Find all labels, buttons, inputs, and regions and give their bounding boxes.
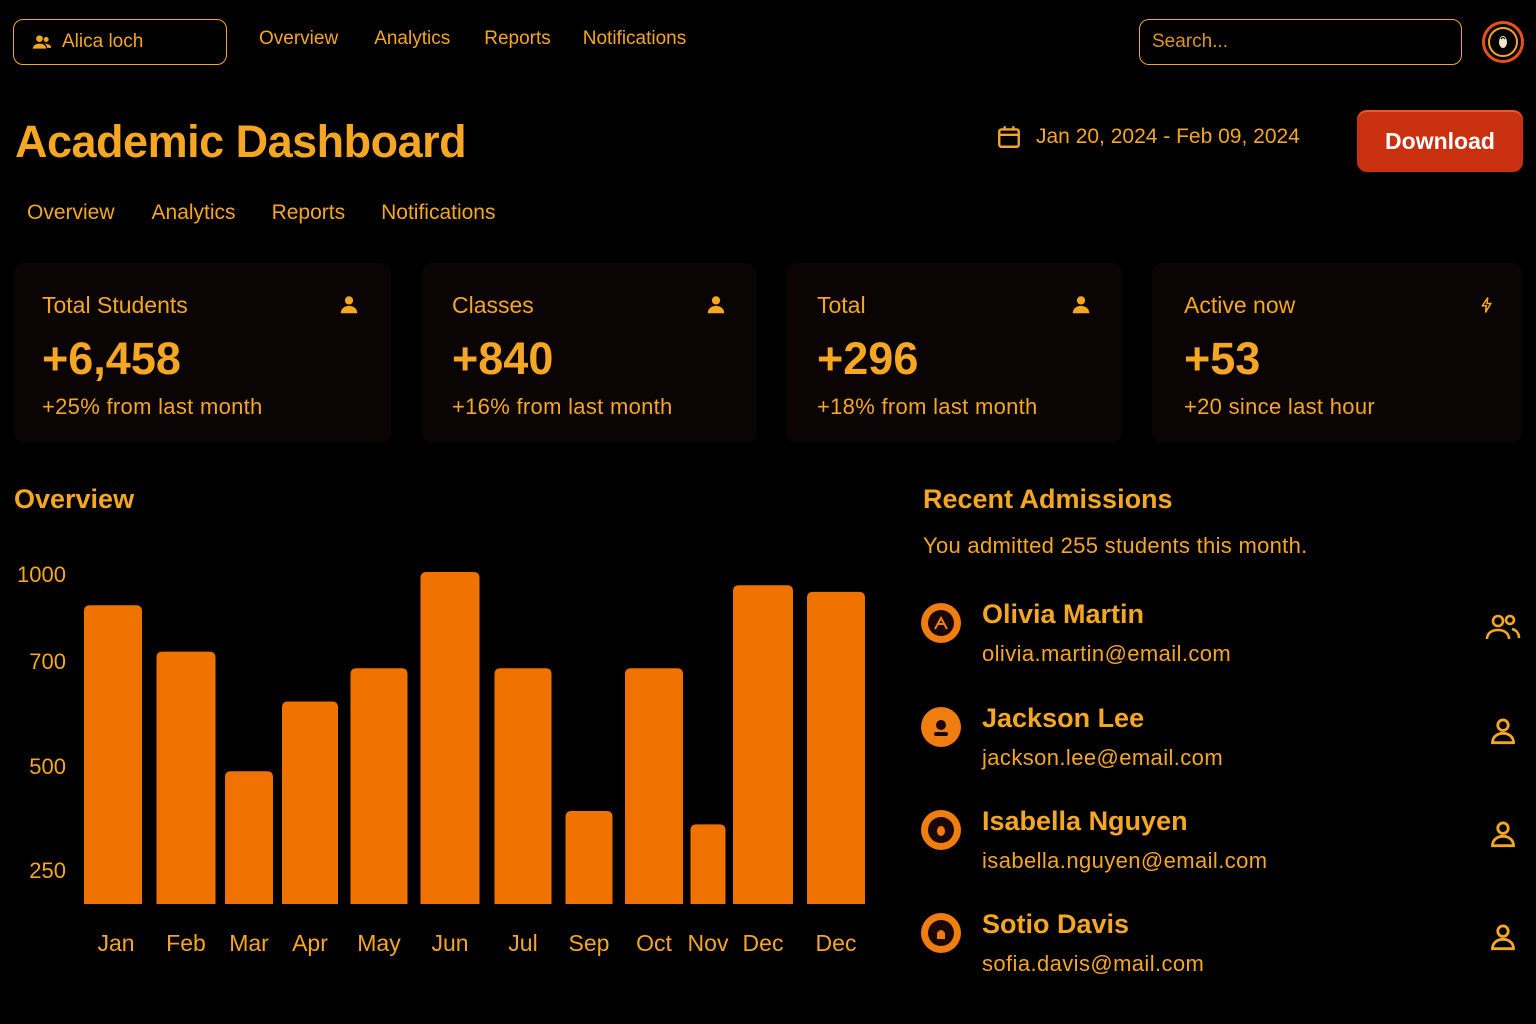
user-icon bbox=[340, 296, 358, 314]
tab-notifications[interactable]: Notifications bbox=[381, 201, 495, 225]
top-nav-analytics[interactable]: Analytics bbox=[374, 28, 450, 50]
recent-admissions-subtitle: You admitted 255 students this month. bbox=[923, 533, 1308, 558]
bolt-icon bbox=[1481, 297, 1493, 313]
bar-apr[interactable] bbox=[282, 701, 338, 904]
user-icon[interactable] bbox=[1485, 816, 1521, 852]
y-tick-label: 700 bbox=[29, 649, 66, 674]
top-nav-reports[interactable]: Reports bbox=[484, 28, 551, 50]
list-item[interactable]: Sotio Davis sofia.davis@mail.com bbox=[921, 909, 1521, 993]
y-tick-label: 500 bbox=[29, 754, 66, 779]
x-tick-label: Nov bbox=[688, 930, 729, 956]
avatar-icon bbox=[1499, 36, 1507, 48]
y-tick-label: 250 bbox=[29, 858, 66, 883]
bar-may[interactable] bbox=[350, 668, 408, 904]
avatar bbox=[921, 810, 961, 850]
stat-label: Active now bbox=[1184, 292, 1296, 318]
search-input[interactable] bbox=[1139, 19, 1462, 65]
x-tick-label: Feb bbox=[166, 930, 206, 956]
bar-oct[interactable] bbox=[625, 668, 683, 904]
stat-value: +840 bbox=[452, 333, 554, 384]
profile-avatar[interactable] bbox=[1482, 21, 1524, 63]
stat-card-classes: Classes +840 +16% from last month bbox=[422, 263, 757, 443]
tab-overview[interactable]: Overview bbox=[27, 201, 115, 225]
overview-bar-chart: 1000 700 500 250 Jan Feb Mar Apr May Jun Jul Sep Oct… bbox=[17, 562, 865, 956]
bar-mar[interactable] bbox=[225, 771, 273, 904]
user-name: Alica loch bbox=[62, 31, 144, 52]
bar-sep[interactable] bbox=[565, 811, 613, 904]
avatar bbox=[921, 707, 961, 747]
bar-jan[interactable] bbox=[84, 605, 142, 904]
x-tick-label: Mar bbox=[229, 930, 269, 956]
admission-email: olivia.martin@email.com bbox=[982, 641, 1232, 666]
admission-name: Olivia Martin bbox=[982, 599, 1145, 629]
list-item[interactable]: Olivia Martin olivia.martin@email.com bbox=[921, 599, 1521, 683]
users-icon bbox=[32, 35, 52, 49]
recent-admissions-title: Recent Admissions bbox=[923, 484, 1173, 514]
stat-card-total: Total +296 +18% from last month bbox=[786, 263, 1122, 443]
x-tick-label: Jan bbox=[97, 930, 134, 956]
list-item[interactable]: Isabella Nguyen isabella.nguyen@email.co… bbox=[921, 806, 1521, 890]
stat-label: Total bbox=[817, 292, 866, 318]
stat-value: +296 bbox=[817, 333, 919, 384]
bar-feb[interactable] bbox=[156, 651, 216, 904]
admission-name: Sotio Davis bbox=[982, 909, 1130, 939]
bar-nov[interactable] bbox=[690, 824, 726, 904]
top-nav: Overview Analytics Reports Notifications bbox=[259, 28, 686, 50]
calendar-icon bbox=[998, 126, 1020, 148]
overview-title: Overview bbox=[14, 484, 135, 514]
admission-email: jackson.lee@email.com bbox=[982, 745, 1224, 770]
avatar-icon bbox=[934, 720, 948, 736]
tab-reports[interactable]: Reports bbox=[272, 201, 346, 225]
user-icon bbox=[1072, 296, 1090, 314]
stat-delta: +16% from last month bbox=[452, 394, 673, 419]
admission-email: sofia.davis@mail.com bbox=[982, 951, 1205, 976]
page-title: Academic Dashboard bbox=[15, 116, 467, 167]
stat-delta: +18% from last month bbox=[817, 394, 1038, 419]
stat-value: +53 bbox=[1184, 333, 1261, 384]
user-icon bbox=[707, 296, 725, 314]
x-tick-label: Oct bbox=[636, 930, 672, 956]
stat-value: +6,458 bbox=[42, 333, 181, 384]
avatar-icon bbox=[937, 826, 945, 836]
download-button[interactable]: Download bbox=[1357, 110, 1523, 172]
admission-name: Isabella Nguyen bbox=[982, 806, 1188, 836]
stat-label: Total Students bbox=[42, 292, 188, 318]
date-range-text: Jan 20, 2024 - Feb 09, 2024 bbox=[1036, 125, 1300, 148]
user-icon[interactable] bbox=[1485, 713, 1521, 749]
bar-jul[interactable] bbox=[494, 668, 552, 904]
top-nav-notifications[interactable]: Notifications bbox=[583, 28, 687, 50]
date-range-picker[interactable]: Jan 20, 2024 - Feb 09, 2024 bbox=[996, 124, 1300, 150]
x-tick-label: May bbox=[357, 930, 401, 956]
x-tick-label: Jun bbox=[431, 930, 468, 956]
top-nav-overview[interactable]: Overview bbox=[259, 28, 338, 50]
avatar bbox=[921, 913, 961, 953]
stat-card-total-students: Total Students +6,458 +25% from last mon… bbox=[14, 263, 391, 443]
y-tick-label: 1000 bbox=[17, 562, 66, 587]
avatar-icon bbox=[934, 615, 948, 630]
tab-bar: Overview Analytics Reports Notifications bbox=[27, 201, 495, 225]
user-icon[interactable] bbox=[1485, 919, 1521, 955]
x-tick-label: Dec bbox=[816, 930, 857, 956]
user-switcher[interactable]: Alica loch bbox=[13, 19, 227, 65]
stat-delta: +25% from last month bbox=[42, 394, 263, 419]
avatar-icon bbox=[937, 930, 945, 939]
x-tick-label: Sep bbox=[569, 930, 610, 956]
tab-analytics[interactable]: Analytics bbox=[152, 201, 236, 225]
avatar bbox=[921, 603, 961, 643]
x-tick-label: Apr bbox=[292, 930, 328, 956]
users-icon[interactable] bbox=[1485, 609, 1521, 645]
admission-email: isabella.nguyen@email.com bbox=[982, 848, 1268, 873]
x-tick-label: Jul bbox=[508, 930, 537, 956]
bar-dec[interactable] bbox=[807, 591, 865, 904]
x-tick-label: Dec bbox=[743, 930, 784, 956]
stat-delta: +20 since last hour bbox=[1184, 394, 1375, 419]
stat-card-active-now: Active now +53 +20 since last hour bbox=[1152, 263, 1522, 443]
list-item[interactable]: Jackson Lee jackson.lee@email.com bbox=[921, 703, 1521, 787]
stat-label: Classes bbox=[452, 292, 534, 318]
bar-jun[interactable] bbox=[420, 572, 480, 904]
bar-dec[interactable] bbox=[733, 585, 793, 904]
admission-name: Jackson Lee bbox=[982, 703, 1145, 733]
